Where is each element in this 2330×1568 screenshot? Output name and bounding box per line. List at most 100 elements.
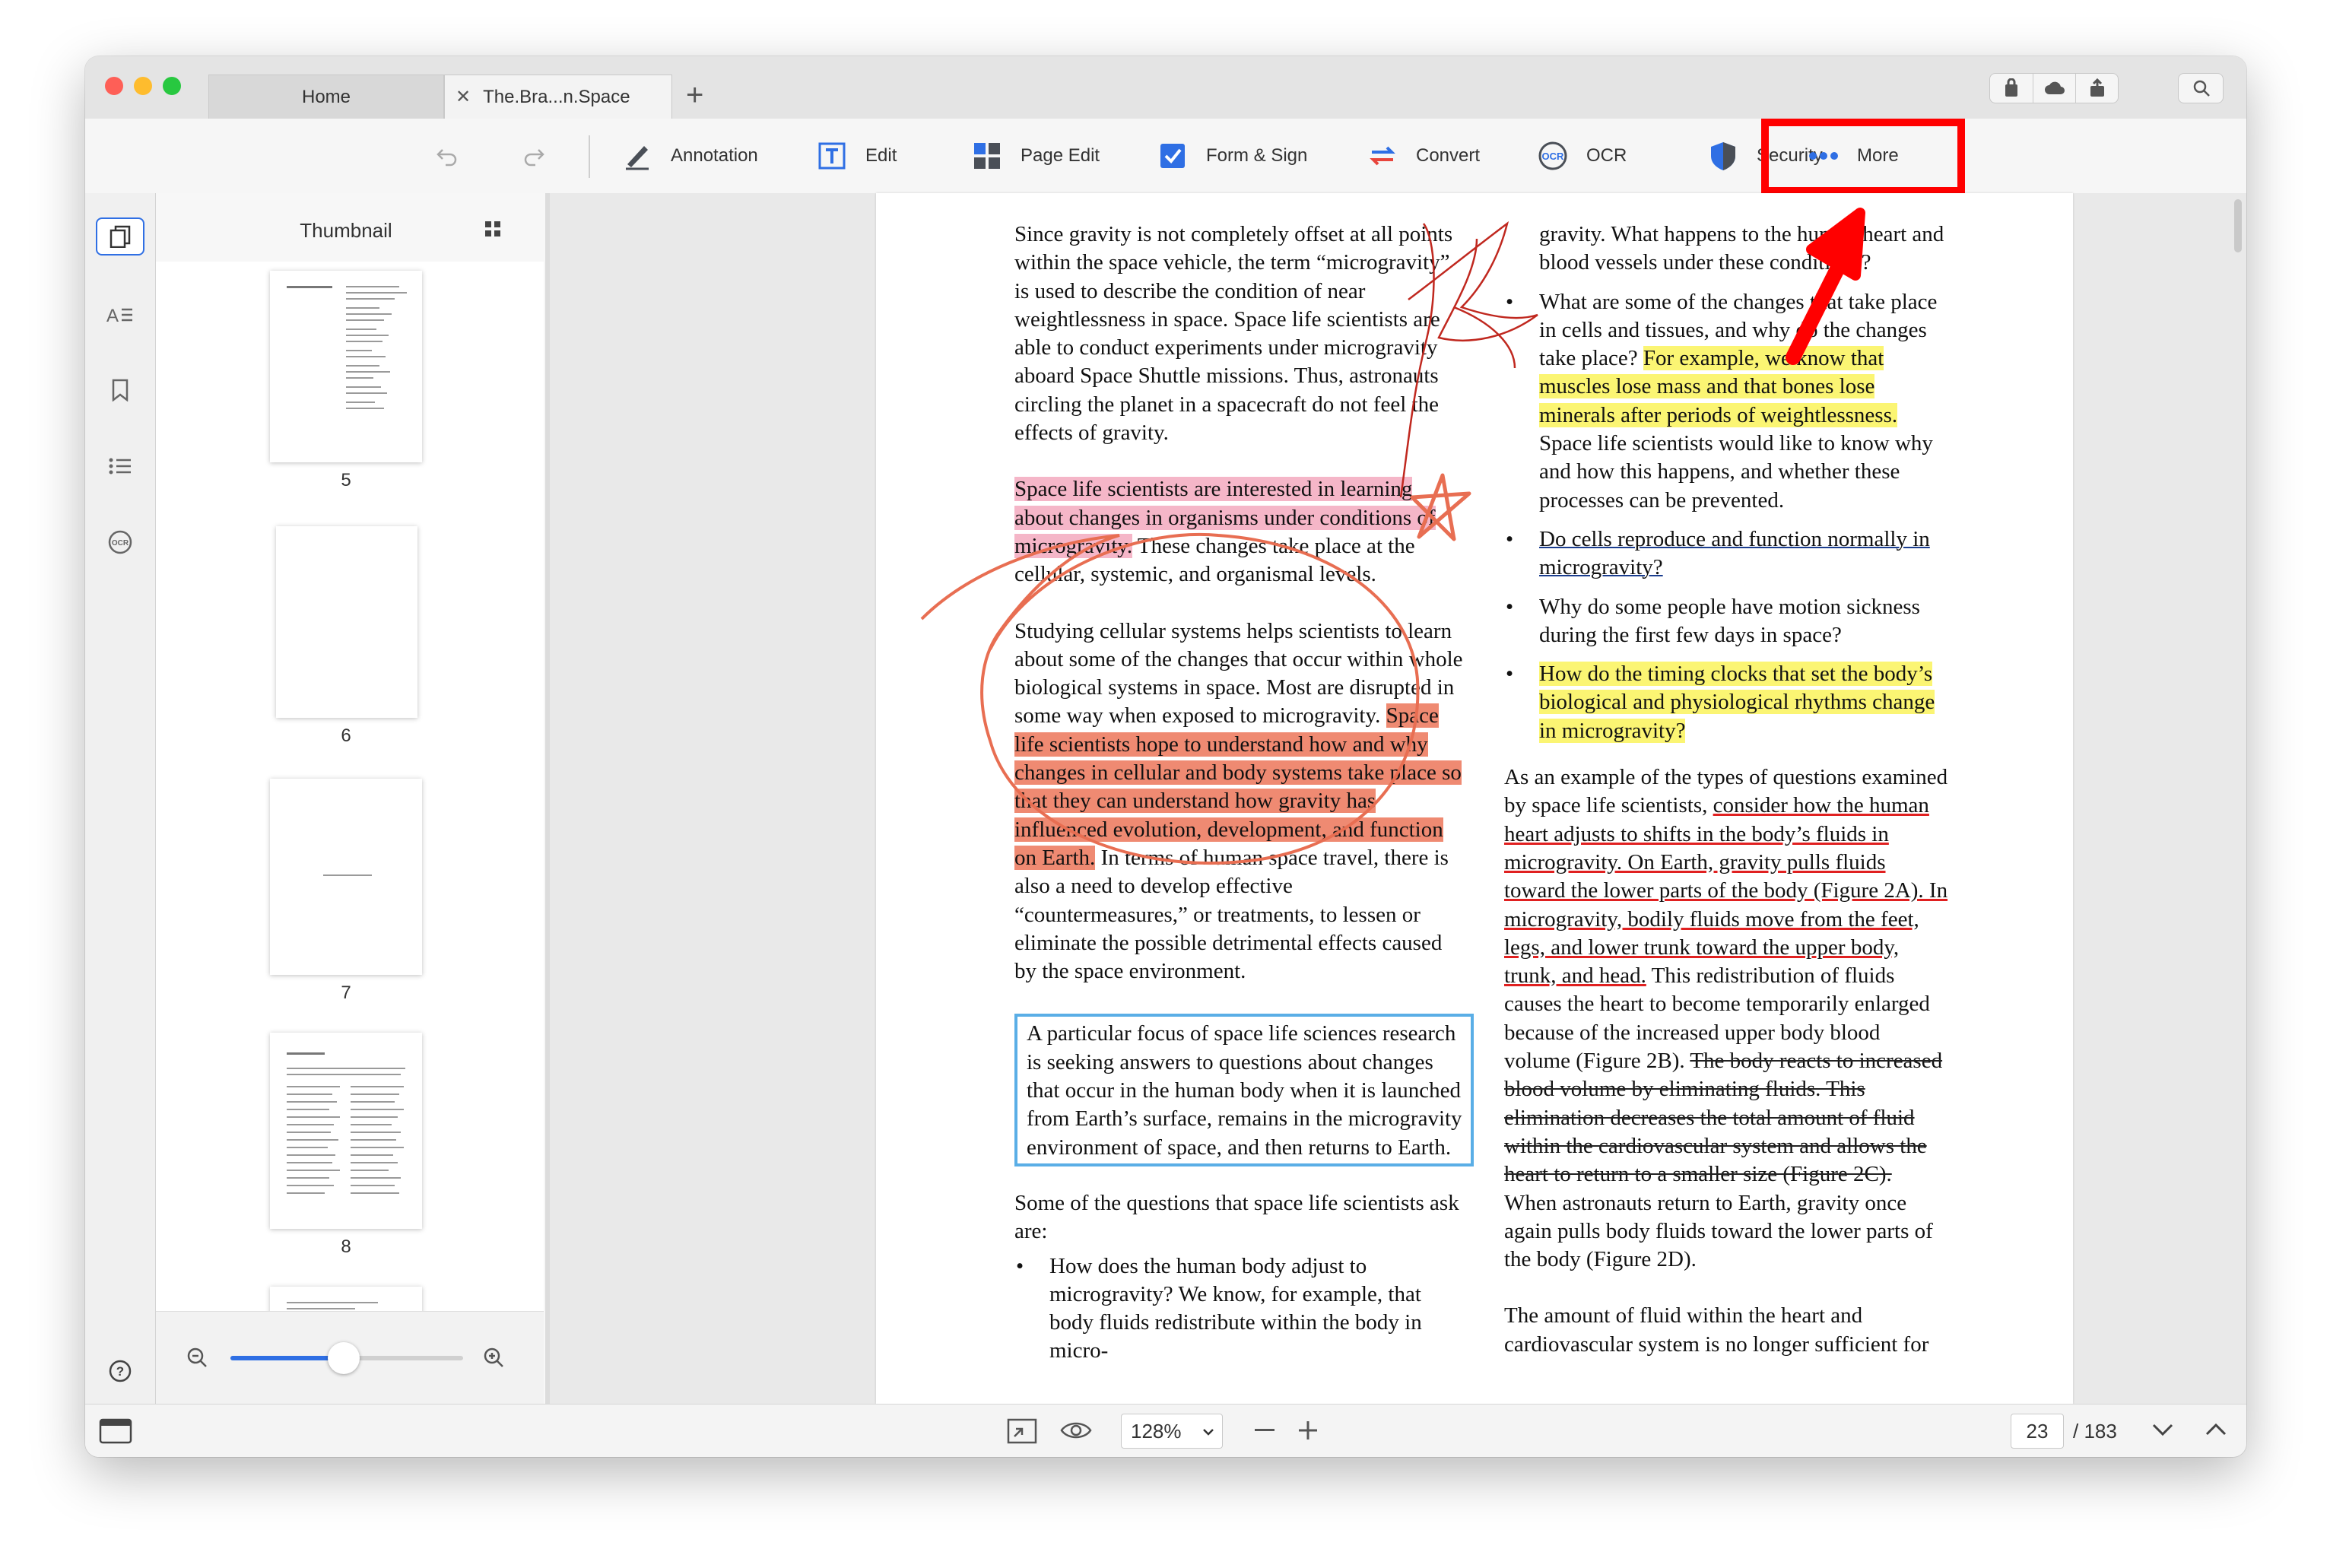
thumbnail-page-number: 8 <box>341 1236 351 1257</box>
tip-icon[interactable] <box>1990 74 2033 103</box>
pen-icon <box>622 141 652 171</box>
zoom-in-icon[interactable] <box>483 1347 504 1372</box>
ocr-side-icon: OCR <box>108 530 132 554</box>
yellow-highlight[interactable]: How do the timing clocks that set the bo… <box>1539 662 1935 743</box>
zoom-window-button[interactable] <box>163 77 181 95</box>
fit-page-icon[interactable] <box>1007 1418 1037 1448</box>
paragraph: Studying cellular systems helps scientis… <box>1014 617 1463 986</box>
thumbnail-zoom-slider[interactable] <box>230 1342 463 1374</box>
next-page-icon[interactable] <box>2152 1423 2173 1440</box>
thumbnail-page[interactable] <box>270 1033 422 1229</box>
eye-icon[interactable] <box>1060 1420 1092 1445</box>
red-underline[interactable]: consider how the human heart adjusts to … <box>1504 793 1947 988</box>
thumbnail-page[interactable] <box>270 779 422 975</box>
tab-home[interactable]: Home <box>208 75 444 119</box>
thumbnail-page[interactable] <box>270 1287 422 1311</box>
chevron-down-icon <box>1203 1429 1214 1436</box>
page-edit-tool[interactable]: Page Edit <box>972 119 1100 193</box>
bullet-item: Why do some people have motion sickness … <box>1504 593 1948 650</box>
current-page: 23 <box>2026 1419 2049 1443</box>
bullet-item: How do the timing clocks that set the bo… <box>1504 660 1948 745</box>
toolbar-divider <box>589 135 590 178</box>
share-icon[interactable] <box>2075 74 2119 103</box>
redo-icon <box>524 149 544 167</box>
tab-close-icon[interactable]: ✕ <box>456 86 471 108</box>
convert-icon <box>1367 141 1398 171</box>
annotation-tool[interactable]: Annotation <box>622 119 758 193</box>
thumbnail-page-number: 6 <box>341 725 351 746</box>
vertical-scrollbar[interactable] <box>2234 199 2242 252</box>
checkbox-icon <box>1157 141 1188 171</box>
ocr-side-button[interactable]: OCR <box>96 523 144 561</box>
list-icon <box>109 458 131 475</box>
svg-text:OCR: OCR <box>112 539 129 548</box>
grid-view-icon[interactable] <box>484 221 501 241</box>
redo-button[interactable] <box>522 119 546 193</box>
undo-icon <box>436 149 457 167</box>
blue-underline[interactable]: Do cells reproduce and function normally… <box>1539 527 1930 579</box>
previous-page-icon[interactable] <box>2205 1423 2227 1440</box>
ocr-icon: OCR <box>1538 141 1568 171</box>
paragraph: Space life scientists are interested in … <box>1014 475 1463 589</box>
paragraph: Some of the questions that space life sc… <box>1014 1190 1459 1244</box>
convert-tool[interactable]: Convert <box>1367 119 1480 193</box>
ocr-label: OCR <box>1586 145 1627 166</box>
shield-icon <box>1708 141 1738 171</box>
tab-document[interactable]: ✕ The.Bra...n.Space <box>444 75 672 119</box>
more-highlight-callout <box>1761 119 1965 195</box>
edit-label: Edit <box>865 145 897 166</box>
left-column: Since gravity is not completely offset a… <box>1014 221 1474 1366</box>
bullet-item: What are some of the changes that take p… <box>1504 288 1948 515</box>
thumbnail-page[interactable] <box>270 271 422 462</box>
undo-button[interactable] <box>435 119 459 193</box>
outline-button[interactable] <box>96 447 144 485</box>
form-sign-tool[interactable]: Form & Sign <box>1157 119 1307 193</box>
ocr-tool[interactable]: OCR OCR <box>1538 119 1627 193</box>
close-window-button[interactable] <box>105 77 123 95</box>
page-edit-label: Page Edit <box>1021 145 1100 166</box>
paragraph: As an example of the types of questions … <box>1504 763 1948 1274</box>
convert-label: Convert <box>1416 145 1481 166</box>
right-column: gravity. What happens to the human heart… <box>1504 221 1948 1359</box>
cloud-icon[interactable] <box>2033 74 2076 103</box>
zoom-out-button[interactable] <box>1255 1429 1275 1431</box>
svg-text:A: A <box>106 306 119 325</box>
zoom-select[interactable]: 128% <box>1121 1414 1223 1449</box>
pages-icon <box>110 225 131 248</box>
tab-home-label: Home <box>301 86 351 107</box>
text-view-button[interactable]: A <box>96 295 144 333</box>
bullet-item: How does the human body adjust to microg… <box>1014 1252 1463 1366</box>
paragraph: The amount of fluid within the heart and… <box>1504 1303 1929 1357</box>
slider-thumb[interactable] <box>328 1342 360 1374</box>
text-list-icon: A <box>106 306 132 325</box>
page-number-input[interactable]: 23 <box>2011 1414 2064 1449</box>
help-icon: ? <box>109 1360 132 1382</box>
minimize-window-button[interactable] <box>134 77 152 95</box>
tab-document-label: The.Bra...n.Space <box>483 86 630 107</box>
boxed-paragraph[interactable]: A particular focus of space life science… <box>1014 1014 1474 1166</box>
zoom-in-button[interactable] <box>1299 1421 1317 1443</box>
paragraph-text: When astronauts return to Earth, gravity… <box>1504 1190 1933 1272</box>
thumbnail-list[interactable]: 5 6 7 8 <box>156 262 544 1311</box>
new-tab-button[interactable]: + <box>686 76 703 114</box>
thumbnail-page[interactable] <box>276 526 417 718</box>
app-window: Home ✕ The.Bra...n.Space + Annotation Ed… <box>85 56 2246 1457</box>
document-viewer[interactable]: Since gravity is not completely offset a… <box>550 193 2246 1404</box>
title-bar: Home ✕ The.Bra...n.Space + <box>85 56 2246 119</box>
svg-text:OCR: OCR <box>1542 151 1565 162</box>
grid-icon <box>972 141 1002 171</box>
edit-tool[interactable]: Edit <box>817 119 897 193</box>
paragraph: Since gravity is not completely offset a… <box>1014 222 1453 446</box>
zoom-out-icon[interactable] <box>186 1347 208 1372</box>
help-button[interactable]: ? <box>96 1352 144 1390</box>
text-edit-icon <box>817 141 847 171</box>
bookmark-button[interactable] <box>96 371 144 409</box>
bookmark-icon <box>112 379 129 402</box>
thumbnail-panel: Thumbnail 5 6 7 8 <box>156 193 550 1405</box>
thumbnail-zoom-bar <box>156 1311 544 1405</box>
thumbnail-view-button[interactable] <box>96 217 144 256</box>
search-button[interactable] <box>2178 73 2224 103</box>
pdf-page[interactable]: Since gravity is not completely offset a… <box>876 193 2073 1404</box>
bullet-continuation: gravity. What happens to the human heart… <box>1539 222 1944 275</box>
sidebar-toggle-icon[interactable] <box>99 1418 132 1448</box>
